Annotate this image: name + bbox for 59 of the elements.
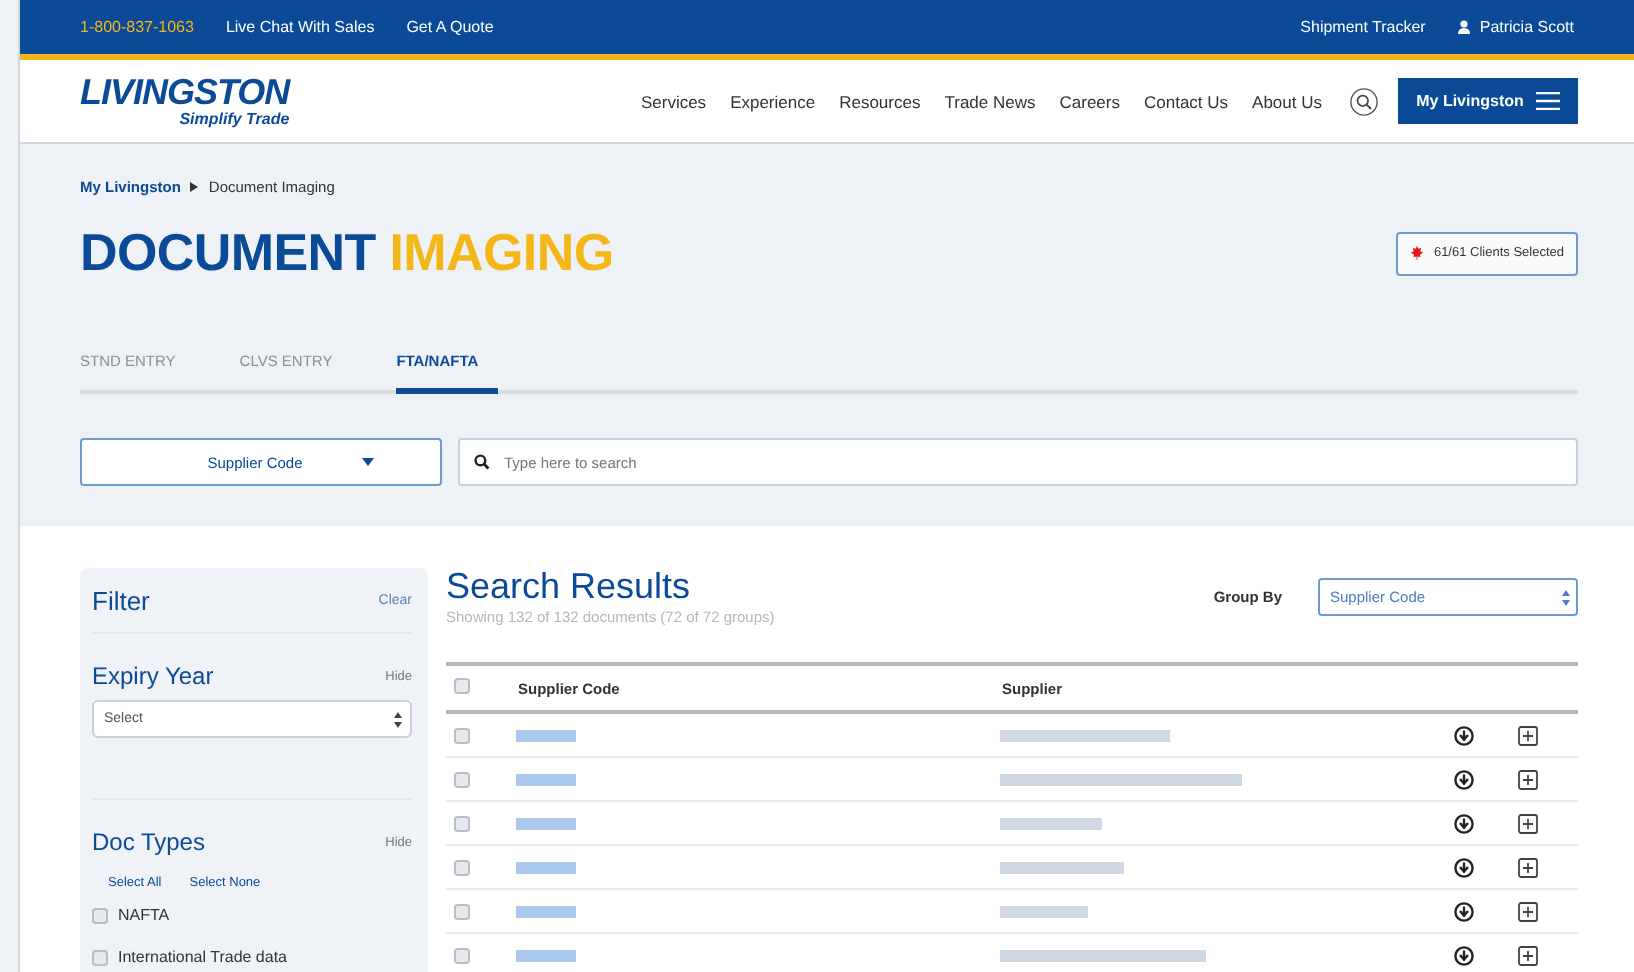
redacted-code <box>516 817 576 829</box>
sort-arrows-icon <box>1562 589 1570 605</box>
nav-link[interactable]: About Us <box>1252 91 1322 111</box>
phone-number[interactable]: 1-800-837-1063 <box>80 18 194 36</box>
checkbox-label: NAFTA <box>118 906 170 924</box>
search-icon[interactable] <box>1350 87 1378 115</box>
download-icon[interactable] <box>1454 769 1474 789</box>
nav-link[interactable]: Careers <box>1059 91 1120 111</box>
top-link[interactable]: Live Chat With Sales <box>225 18 375 36</box>
checkbox[interactable] <box>92 949 108 965</box>
sort-arrows-icon <box>394 711 402 727</box>
caret-icon <box>362 458 375 466</box>
chevron-icon <box>190 182 199 192</box>
maple-leaf-icon <box>1409 246 1424 260</box>
redacted-code <box>516 905 576 917</box>
download-icon[interactable] <box>1454 857 1474 877</box>
download-icon[interactable] <box>1454 901 1474 921</box>
top-link[interactable]: Shipment Tracker <box>1300 18 1426 36</box>
expand-icon[interactable] <box>1518 857 1538 877</box>
redacted-supplier <box>1000 817 1102 829</box>
page-title: DOCUMENT IMAGING <box>80 222 614 284</box>
checkbox-label: International Trade data <box>118 948 288 966</box>
checkbox[interactable] <box>454 947 470 963</box>
redacted-code <box>516 773 576 785</box>
section-title: Doc Types <box>92 828 205 856</box>
logo[interactable]: LIVINGSTON Simplify Trade <box>80 75 290 127</box>
redacted-supplier <box>1000 861 1124 873</box>
nav-link[interactable]: Services <box>640 91 707 111</box>
filter-title: Filter <box>92 585 150 615</box>
checkbox[interactable] <box>454 771 470 787</box>
expand-icon[interactable] <box>1518 945 1538 965</box>
redacted-supplier <box>1000 905 1088 917</box>
checkbox[interactable] <box>454 678 470 694</box>
section-title: Expiry Year <box>92 662 214 690</box>
nav-link[interactable]: Trade News <box>944 91 1036 111</box>
checkbox[interactable] <box>454 859 470 875</box>
redacted-code <box>516 949 576 961</box>
nav-link[interactable]: Contact Us <box>1143 91 1229 111</box>
user-name[interactable]: Patricia Scott <box>1479 18 1574 36</box>
redacted-code <box>516 729 576 741</box>
checkbox[interactable] <box>454 903 470 919</box>
nav-link[interactable]: Resources <box>839 91 921 111</box>
user-icon <box>1457 20 1470 34</box>
download-icon[interactable] <box>1454 725 1474 745</box>
expand-icon[interactable] <box>1518 813 1538 833</box>
results-title: Search Results <box>446 568 693 604</box>
nav-link[interactable]: Experience <box>730 91 816 111</box>
menu-icon <box>1535 92 1560 110</box>
my-livingston-button[interactable]: My Livingston <box>1398 78 1578 124</box>
expand-icon[interactable] <box>1518 901 1538 921</box>
expand-icon[interactable] <box>1518 769 1538 789</box>
redacted-code <box>516 861 576 873</box>
download-icon[interactable] <box>1454 813 1474 833</box>
top-link[interactable]: Get A Quote <box>406 18 494 36</box>
download-icon[interactable] <box>1454 945 1474 965</box>
expand-icon[interactable] <box>1518 725 1538 745</box>
checkbox[interactable] <box>454 815 470 831</box>
checkbox[interactable] <box>92 907 108 923</box>
checkbox[interactable] <box>454 727 470 743</box>
